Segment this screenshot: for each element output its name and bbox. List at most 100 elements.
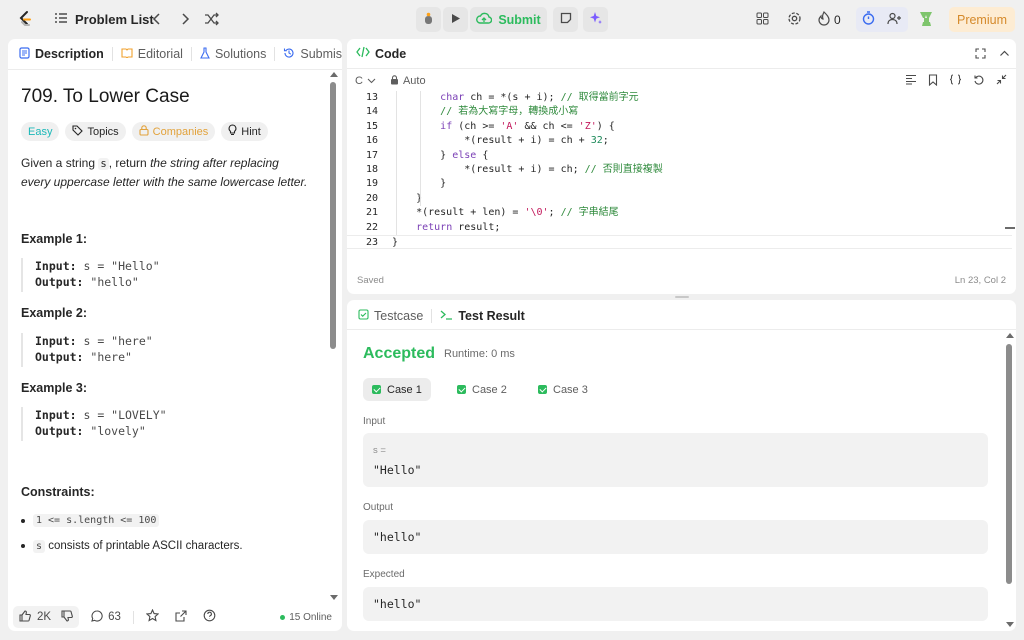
constraint-text: consists of printable ASCII characters. (45, 540, 243, 552)
submit-button[interactable]: Submit (470, 7, 547, 32)
expected-label: Expected (363, 569, 405, 580)
companies-tag-button[interactable]: Companies (131, 122, 216, 141)
case-label: Case 1 (387, 383, 422, 396)
input-value: "Hello" (373, 463, 422, 477)
streak-counter[interactable]: 0 (818, 10, 841, 29)
output-label: Output: (35, 424, 84, 438)
line-number: 17 (365, 149, 378, 161)
tab-description[interactable]: Description (19, 46, 104, 62)
constraint-item: s consists of printable ASCII characters… (21, 540, 243, 553)
fire-icon (818, 10, 830, 29)
example-output: "hello" (83, 275, 139, 289)
like-dislike-group: 2K (13, 606, 80, 628)
constraints-title: Constraints: (21, 485, 95, 499)
premium-label: Premium (956, 12, 1007, 27)
scroll-down-arrow[interactable] (330, 595, 338, 600)
share-icon[interactable] (175, 609, 187, 625)
input-label: Input (363, 416, 386, 427)
tab-separator (111, 47, 113, 61)
thumbs-down-icon[interactable] (61, 609, 73, 625)
result-scroll-down-arrow[interactable] (1006, 622, 1014, 627)
footer-divider (132, 610, 134, 624)
tab-submissions[interactable]: Submissions (283, 47, 342, 62)
notes-button[interactable] (553, 7, 578, 32)
add-friend-icon[interactable] (887, 12, 902, 28)
next-problem-icon[interactable] (179, 12, 191, 29)
problem-title: 709. To Lower Case (21, 86, 190, 107)
line-code: return result; (416, 221, 501, 233)
case-tab-1[interactable]: Case 1 (363, 378, 431, 401)
help-icon[interactable] (203, 609, 216, 625)
tab-testcase[interactable]: Testcase (358, 309, 423, 323)
companies-label: Companies (152, 125, 209, 138)
leetcode-logo[interactable] (16, 10, 34, 28)
submit-label: Submit (498, 12, 541, 27)
tab-editorial[interactable]: Editorial (121, 47, 183, 61)
tab-test-result[interactable]: Test Result (440, 309, 525, 323)
scrollbar-thumb[interactable] (330, 82, 336, 349)
ai-assist-button[interactable] (583, 7, 608, 32)
layout-grid-icon[interactable] (756, 12, 769, 28)
case-tab-3[interactable]: Case 3 (529, 378, 597, 401)
check-icon (538, 385, 547, 394)
tab-separator (274, 47, 276, 61)
thumbs-up-icon[interactable] (19, 609, 31, 625)
output-label: Output: (35, 350, 84, 364)
scroll-up-arrow[interactable] (330, 72, 338, 77)
constraint-item: 1 <= s.length <= 100 (21, 514, 160, 527)
tab-editorial-label: Editorial (137, 47, 183, 61)
bullet (21, 518, 25, 523)
result-status: Accepted (363, 345, 436, 362)
code-editor[interactable]: 13 char ch = *(s + i); // 取得當前字元 14 // 若… (347, 39, 1016, 294)
indent-guide (396, 91, 397, 235)
shuffle-icon[interactable] (204, 12, 219, 29)
inline-code: s (33, 540, 46, 553)
input-box: s = "Hello" (363, 433, 988, 487)
topics-tag-button[interactable]: Topics (65, 122, 126, 141)
premium-button[interactable]: Premium (949, 7, 1015, 32)
indent-guide (420, 91, 421, 206)
hint-label: Hint (241, 125, 261, 138)
line-number: 23 (365, 237, 378, 248)
run-button[interactable] (443, 7, 468, 32)
output-label: Output (363, 502, 394, 513)
online-count: 15 Online (289, 611, 332, 623)
description-panel: Description Editorial Solutions Submissi… (8, 39, 342, 631)
tab-test-result-label: Test Result (458, 309, 525, 323)
inline-code: s (98, 158, 109, 170)
hint-tag-button[interactable]: Hint (221, 122, 268, 141)
comments-button[interactable]: 63 (91, 609, 121, 625)
result-scrollbar-thumb[interactable] (1006, 344, 1012, 584)
line-code: *(result + i) = ch; // 否則直接複製 (392, 164, 663, 175)
streak-count: 0 (834, 13, 841, 27)
desc-text: Given a string (21, 156, 99, 170)
trophy-icon[interactable] (918, 10, 935, 31)
prev-problem-icon[interactable] (151, 12, 163, 29)
line-code: if (ch >= 'A' && ch <= 'Z') { (440, 120, 615, 132)
panel-resize-handle[interactable] (675, 296, 689, 298)
list-icon (54, 11, 68, 28)
checkbox-icon (358, 309, 369, 323)
result-scroll-up-arrow[interactable] (1006, 333, 1014, 338)
panel-footer: 2K 63 15 Online (8, 603, 342, 631)
line-code: *(result + i) = ch + 32; (392, 135, 609, 147)
case-tab-2[interactable]: Case 2 (448, 378, 516, 401)
check-icon (457, 385, 466, 394)
output-value: "hello" (373, 530, 422, 544)
lock-icon (139, 124, 149, 139)
editor-scroll-marker (1005, 227, 1015, 229)
input-label: Input: (35, 334, 77, 348)
line-code: *(result + len) = '\0'; // 字串結尾 (392, 207, 619, 219)
settings-gear-icon[interactable] (787, 11, 802, 29)
result-tabs: Testcase Test Result (358, 308, 525, 324)
tab-description-label: Description (35, 47, 104, 61)
problem-list-button[interactable]: Problem List (54, 11, 154, 28)
debug-button[interactable] (416, 7, 441, 32)
tab-solutions[interactable]: Solutions (200, 46, 266, 62)
star-icon[interactable] (145, 608, 160, 625)
likes-count: 2K (37, 611, 52, 623)
terminal-icon (440, 309, 453, 323)
timer-button[interactable] (856, 7, 908, 32)
example-block: Input: s = "here" Output: "here" (21, 333, 153, 367)
line-number: 14 (365, 106, 378, 118)
